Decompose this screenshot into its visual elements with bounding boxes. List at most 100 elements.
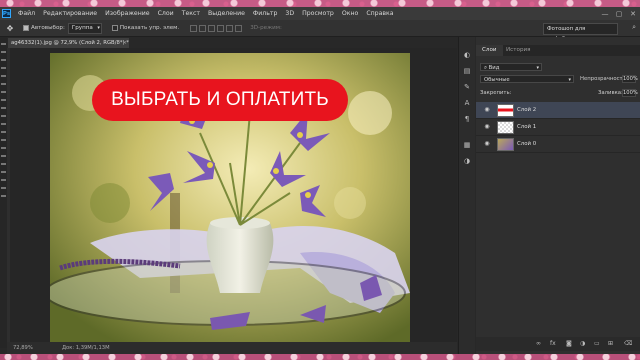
fx-icon[interactable]: fx: [550, 340, 556, 347]
maximize-icon[interactable]: ▢: [612, 10, 626, 18]
align-left-icon[interactable]: [190, 24, 198, 32]
photoshop-logo-icon: Ps: [2, 9, 11, 18]
align-bottom-icon[interactable]: [235, 24, 243, 32]
wallpaper-strip-bottom: [0, 354, 640, 360]
menu-filter[interactable]: Фильтр: [249, 10, 281, 17]
brush-settings-icon[interactable]: ✎: [463, 83, 471, 91]
status-bar: 72,89% Док: 1,39M/1,13M: [7, 342, 457, 354]
move-tool-icon[interactable]: ✥: [3, 22, 17, 34]
layer-row-1[interactable]: ◉ Слой 1: [476, 119, 640, 136]
align-buttons: [190, 24, 243, 32]
paragraph-icon[interactable]: ¶: [463, 115, 471, 123]
tool-pen-icon[interactable]: [1, 155, 6, 157]
filter-label: Вид: [488, 65, 500, 71]
autoselect-label: Автовыбор:: [31, 25, 65, 31]
layer-filter-dropdown[interactable]: ⌕ Вид ▾: [480, 63, 542, 71]
autoselect-checkbox[interactable]: [23, 25, 29, 31]
menu-select[interactable]: Выделение: [204, 10, 249, 17]
align-top-icon[interactable]: [217, 24, 225, 32]
layer-thumbnail: [497, 138, 514, 151]
mask-icon[interactable]: ◙: [566, 340, 572, 347]
zoom-level[interactable]: 72,89%: [13, 342, 33, 354]
fill-label: Заливка:: [598, 90, 623, 96]
link-icon[interactable]: ∞: [536, 340, 541, 347]
minimize-icon[interactable]: —: [598, 10, 612, 18]
tool-history-brush-icon[interactable]: [1, 115, 6, 117]
adjustment-icon[interactable]: ◑: [580, 340, 585, 347]
tool-gradient-icon[interactable]: [1, 131, 6, 133]
wallpaper-strip-top: [0, 0, 640, 7]
align-right-icon[interactable]: [208, 24, 216, 32]
properties-icon[interactable]: ▤: [463, 67, 471, 75]
blend-mode-dropdown[interactable]: Обычные ▾: [480, 75, 574, 83]
mode-3d-label: 3D-режим:: [250, 25, 282, 31]
show-controls-checkbox[interactable]: [111, 25, 118, 31]
tool-shape-icon[interactable]: [1, 179, 6, 181]
menu-window[interactable]: Окно: [338, 10, 362, 17]
tab-history[interactable]: История: [500, 45, 537, 56]
folder-icon[interactable]: ▭: [594, 340, 600, 347]
menu-bar: Ps Файл Редактирование Изображение Слои …: [0, 7, 640, 20]
menu-image[interactable]: Изображение: [101, 10, 154, 17]
tool-brush-icon[interactable]: [1, 99, 6, 101]
tool-stamp-icon[interactable]: [1, 107, 6, 109]
workspace-dropdown[interactable]: Фотошоп для инфобизнеса: [543, 23, 618, 42]
tool-type-icon[interactable]: [1, 163, 6, 165]
tool-dodge-icon[interactable]: [1, 147, 6, 149]
menu-type[interactable]: Текст: [178, 10, 204, 17]
tool-marquee-icon[interactable]: [1, 51, 6, 53]
workspace-search-icon[interactable]: ⌕: [632, 23, 636, 32]
tool-eraser-icon[interactable]: [1, 123, 6, 125]
menu-3d[interactable]: 3D: [281, 10, 298, 17]
tool-blur-icon[interactable]: [1, 139, 6, 141]
visibility-eye-icon[interactable]: ◉: [483, 123, 491, 131]
menu-view[interactable]: Просмотр: [298, 10, 338, 17]
history-icon[interactable]: ◐: [463, 51, 471, 59]
fill-input[interactable]: 100%: [622, 89, 638, 97]
visibility-eye-icon[interactable]: ◉: [483, 140, 491, 148]
lock-label: Закрепить:: [480, 90, 512, 96]
layers-panel-footer: ∞ fx ◙ ◑ ▭ ⊞ ⌫: [476, 337, 640, 351]
vertical-ruler: [7, 48, 10, 342]
menu-help[interactable]: Справка: [362, 10, 397, 17]
tool-lasso-icon[interactable]: [1, 59, 6, 61]
tool-heal-icon[interactable]: [1, 91, 6, 93]
visibility-eye-icon[interactable]: ◉: [483, 106, 491, 114]
autoselect-dropdown[interactable]: Группа: [67, 22, 102, 34]
close-icon[interactable]: ✕: [626, 10, 640, 18]
swatches-icon[interactable]: ▦: [463, 141, 471, 149]
layer-row-0[interactable]: ◉ Слой 0: [476, 136, 640, 153]
layers-panel: Слои История ⌕ Вид ▾ Обычные ▾ Непрозрачно…: [476, 37, 640, 354]
layer-thumbnail: [497, 104, 514, 117]
show-controls-label: Показать упр. элем.: [119, 25, 180, 31]
align-middle-icon[interactable]: [226, 24, 234, 32]
tab-layers[interactable]: Слои: [476, 45, 503, 56]
tool-eyedropper-icon[interactable]: [1, 83, 6, 85]
layer-name: Слой 0: [517, 141, 537, 147]
panel-tabs: Слои История: [476, 45, 640, 56]
layer-row-2[interactable]: ◉ Слой 2: [476, 102, 640, 119]
menu-file[interactable]: Файл: [14, 10, 39, 17]
layer-thumbnail: [497, 121, 514, 134]
menu-layers[interactable]: Слои: [154, 10, 178, 17]
trash-icon[interactable]: ⌫: [624, 340, 632, 347]
new-layer-icon[interactable]: ⊞: [608, 340, 613, 347]
tool-crop-icon[interactable]: [1, 75, 6, 77]
tools-panel: [0, 37, 7, 348]
align-center-icon[interactable]: [199, 24, 207, 32]
tool-quick-select-icon[interactable]: [1, 67, 6, 69]
opacity-input[interactable]: 100%: [622, 75, 638, 83]
buy-pay-banner: ВЫБРАТЬ И ОПЛАТИТЬ: [92, 79, 348, 121]
options-bar: ✥ Автовыбор: Группа Показать упр. элем. …: [0, 20, 640, 42]
tool-path-select-icon[interactable]: [1, 171, 6, 173]
panel-icons-column: ◐ ▤ ✎ A ¶ ▦ ◑: [458, 37, 475, 354]
tool-hand-icon[interactable]: [1, 187, 6, 189]
tool-move-icon[interactable]: [1, 43, 6, 45]
adjustments-icon[interactable]: ◑: [463, 157, 471, 165]
layer-name: Слой 1: [517, 124, 537, 130]
tool-zoom-icon[interactable]: [1, 195, 6, 197]
document-tab[interactable]: ag46332(1).jpg @ 72,9% (Слой 2, RGB/8*) …: [8, 38, 129, 48]
menu-edit[interactable]: Редактирование: [39, 10, 101, 17]
character-icon[interactable]: A: [463, 99, 471, 107]
tab-close-icon[interactable]: ×: [123, 38, 127, 48]
